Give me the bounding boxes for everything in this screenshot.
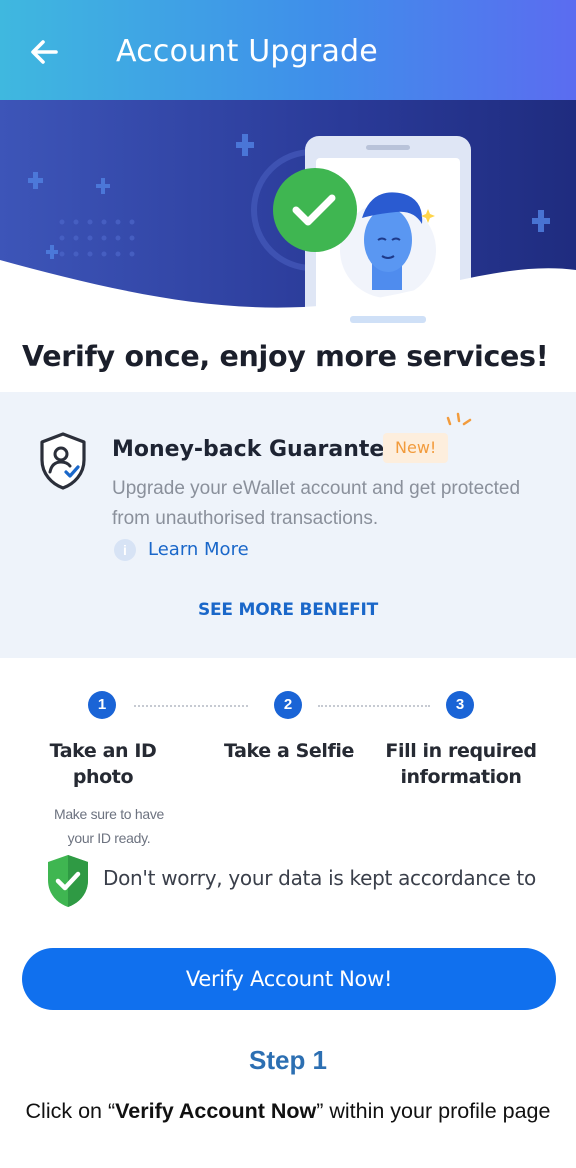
caption-instruction: Click on “Verify Account Now” within you… bbox=[8, 1094, 568, 1128]
step-1-number: 1 bbox=[88, 691, 116, 719]
caption-text-bold: Verify Account Now bbox=[115, 1099, 317, 1123]
step-2-number: 2 bbox=[274, 691, 302, 719]
benefit-title: Money-back Guarantee bbox=[112, 437, 400, 462]
arrow-left-icon bbox=[31, 40, 58, 64]
info-icon[interactable]: i bbox=[114, 539, 136, 561]
back-button[interactable] bbox=[26, 32, 66, 72]
hero-illustration bbox=[0, 100, 576, 340]
step-3-label: Fill in required information bbox=[385, 740, 537, 788]
verify-account-button[interactable]: Verify Account Now! bbox=[22, 948, 556, 1010]
shield-check-icon bbox=[44, 852, 92, 910]
caption-text-before: Click on “ bbox=[25, 1099, 116, 1123]
step-connector bbox=[134, 705, 248, 707]
learn-more-link[interactable]: Learn More bbox=[148, 539, 249, 560]
headline: Verify once, enjoy more services! bbox=[22, 340, 549, 373]
sparkle-icon bbox=[446, 412, 472, 426]
new-badge: New! bbox=[383, 433, 449, 463]
app-header: Account Upgrade bbox=[0, 0, 576, 100]
caption-text-after: ” within your profile page bbox=[316, 1099, 551, 1123]
benefit-description: Upgrade your eWallet account and get pro… bbox=[112, 478, 521, 529]
step-1-label: Take an ID photo bbox=[49, 740, 157, 788]
caption-step-title: Step 1 bbox=[248, 1045, 328, 1075]
step-connector bbox=[318, 705, 430, 707]
step-1-note: Make sure to have your ID ready. bbox=[53, 806, 165, 846]
app-screen: Account Upgrade Verify once, enjoy more … bbox=[0, 0, 576, 1040]
page-title: Account Upgrade bbox=[116, 34, 378, 69]
step-2-label: Take a Selfie bbox=[224, 740, 354, 762]
shield-user-icon bbox=[36, 430, 90, 492]
see-more-benefit-link[interactable]: SEE MORE BENEFIT bbox=[0, 600, 576, 620]
step-3-number: 3 bbox=[446, 691, 474, 719]
data-assurance-text: Don't worry, your data is kept accordanc… bbox=[103, 866, 536, 890]
